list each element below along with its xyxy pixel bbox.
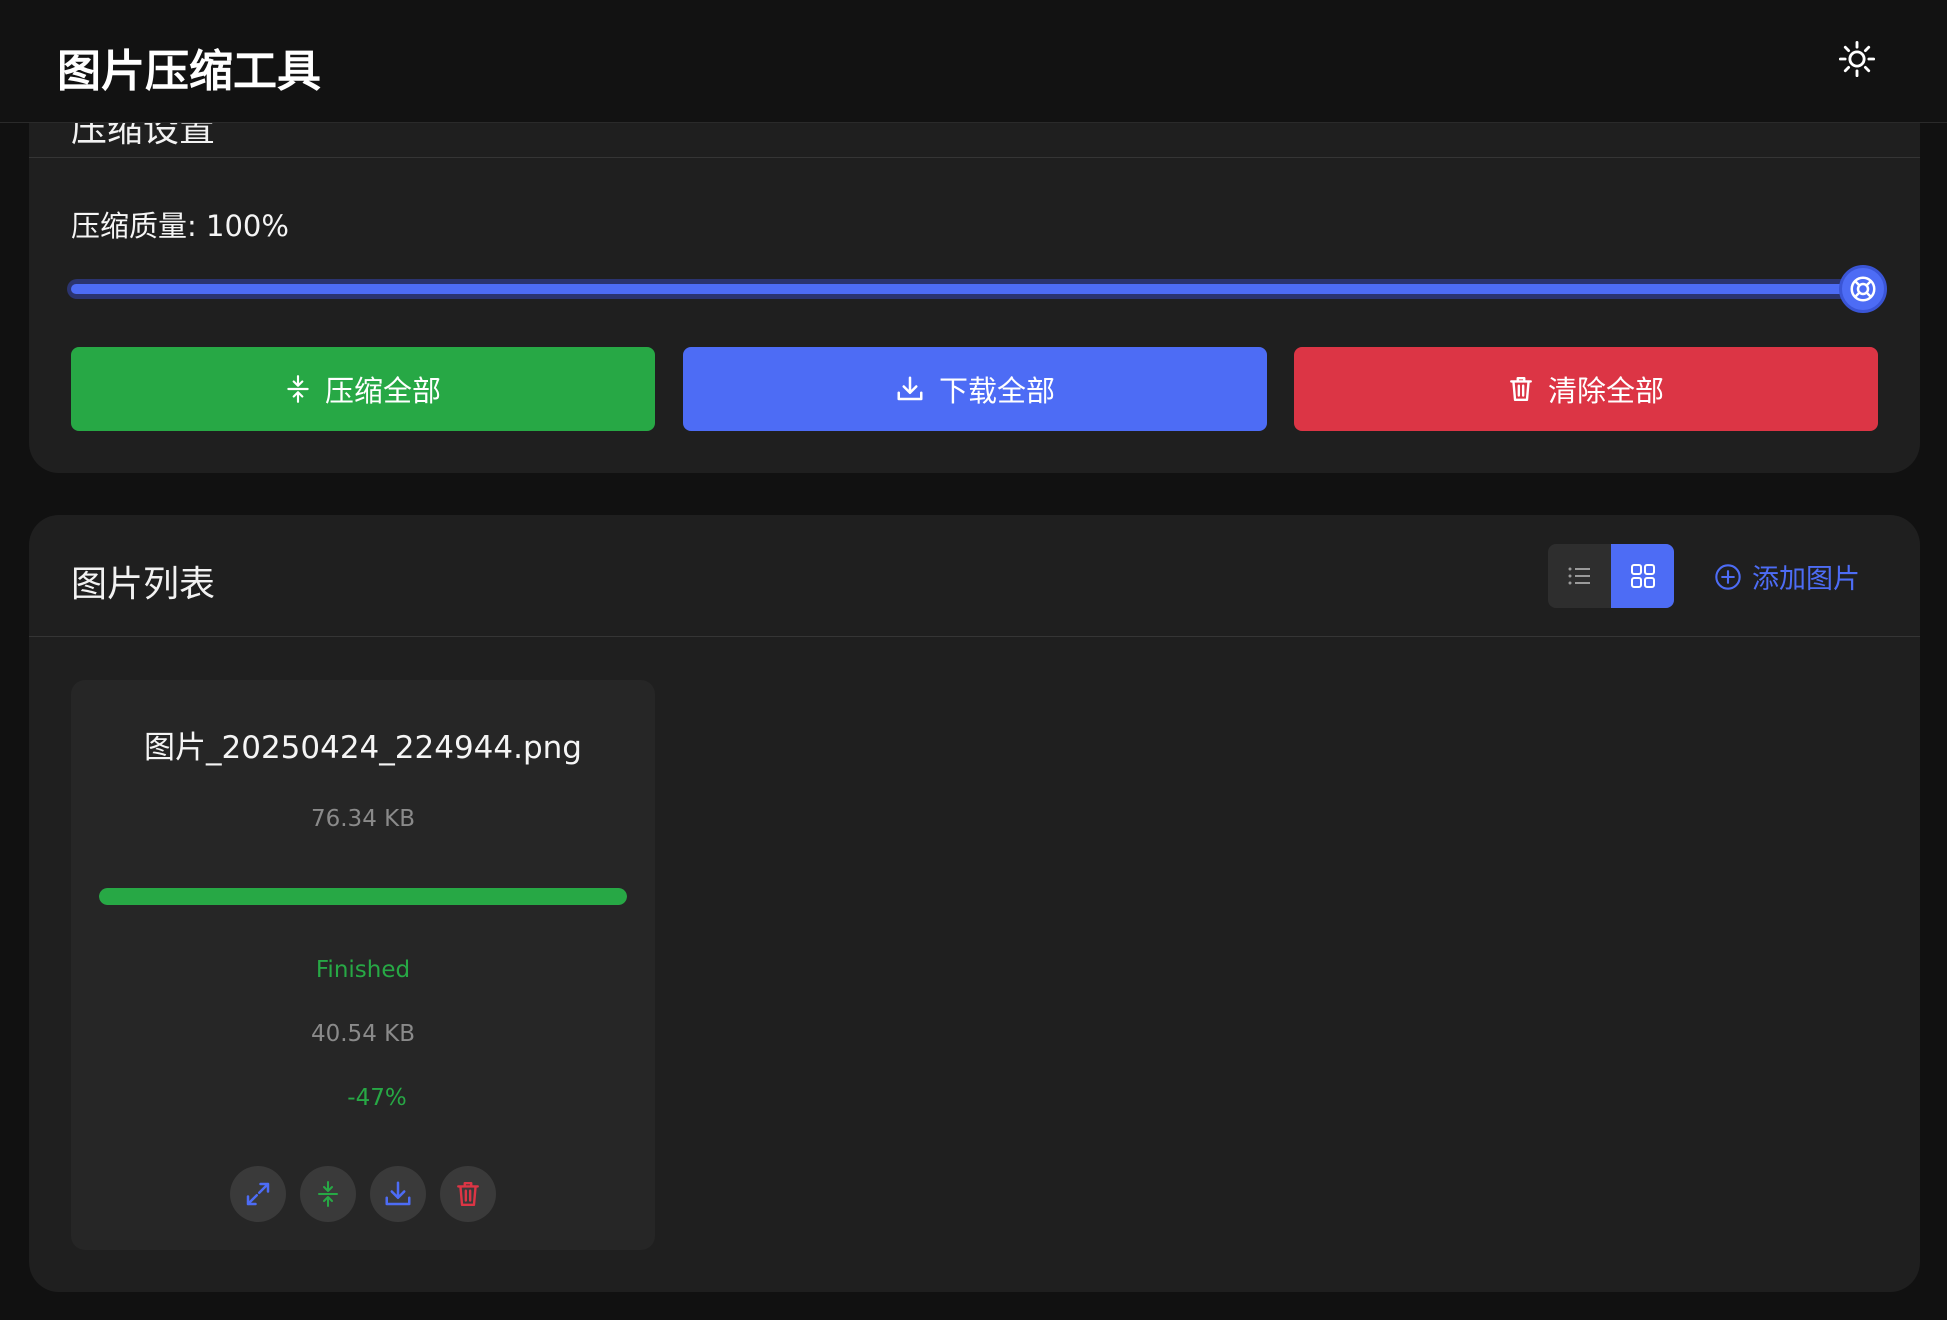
- expand-icon: [246, 1182, 270, 1206]
- app-header: 图片压缩工具: [0, 0, 1947, 123]
- image-list-panel: 图片列表 添加图片 图片_20250424_224944.png 76.34 K…: [29, 515, 1920, 1292]
- download-all-label: 下载全部: [938, 374, 1055, 408]
- plus-circle-icon: [1715, 563, 1741, 590]
- quality-slider[interactable]: [67, 265, 1887, 313]
- clear-all-button[interactable]: 清除全部: [1294, 347, 1878, 431]
- quality-value: 100%: [206, 209, 289, 243]
- add-image-label: 添加图片: [1752, 564, 1860, 595]
- compressed-size: 40.54 KB: [310, 1021, 416, 1047]
- image-filename: 图片_20250424_224944.png: [144, 730, 582, 766]
- compress-icon: [287, 375, 309, 403]
- compress-button[interactable]: [300, 1166, 356, 1222]
- list-view-button[interactable]: [1548, 544, 1611, 608]
- original-size: 76.34 KB: [310, 806, 416, 832]
- download-icon: [897, 376, 923, 401]
- view-mode-toggle: [1548, 544, 1674, 608]
- grid-view-button[interactable]: [1611, 544, 1674, 608]
- list-icon: [1568, 567, 1590, 585]
- quality-slider-thumb[interactable]: [1839, 265, 1887, 313]
- status-text: Finished: [315, 957, 411, 983]
- theme-toggle-button[interactable]: [1836, 38, 1878, 80]
- add-image-button[interactable]: 添加图片: [1714, 557, 1860, 596]
- quality-slider-fill: [71, 284, 1876, 294]
- trash-icon: [1510, 376, 1532, 402]
- quality-label: 压缩质量: 100%: [71, 203, 289, 245]
- grid-icon: [1630, 564, 1655, 588]
- image-card-actions: [230, 1166, 496, 1222]
- download-icon: [385, 1181, 411, 1206]
- preview-button[interactable]: [230, 1166, 286, 1222]
- compress-all-button[interactable]: 压缩全部: [71, 347, 655, 431]
- delete-button[interactable]: [440, 1166, 496, 1222]
- trash-icon: [457, 1181, 479, 1207]
- lifebuoy-icon: [1850, 276, 1876, 302]
- compress-all-label: 压缩全部: [324, 374, 441, 408]
- clear-all-label: 清除全部: [1547, 374, 1664, 408]
- compression-ratio: -47%: [347, 1085, 407, 1111]
- sun-icon: [1838, 40, 1876, 78]
- image-list-header: 图片列表 添加图片: [29, 515, 1920, 637]
- compression-progress-fill: [99, 888, 627, 905]
- image-card: 图片_20250424_224944.png 76.34 KB Finished…: [71, 680, 655, 1250]
- compression-progress-bar: [99, 888, 627, 905]
- download-all-button[interactable]: 下载全部: [683, 347, 1267, 431]
- compress-icon: [318, 1181, 338, 1207]
- app-title: 图片压缩工具: [57, 46, 321, 97]
- quality-label-text: 压缩质量:: [71, 209, 197, 243]
- download-button[interactable]: [370, 1166, 426, 1222]
- image-list-title: 图片列表: [71, 564, 216, 605]
